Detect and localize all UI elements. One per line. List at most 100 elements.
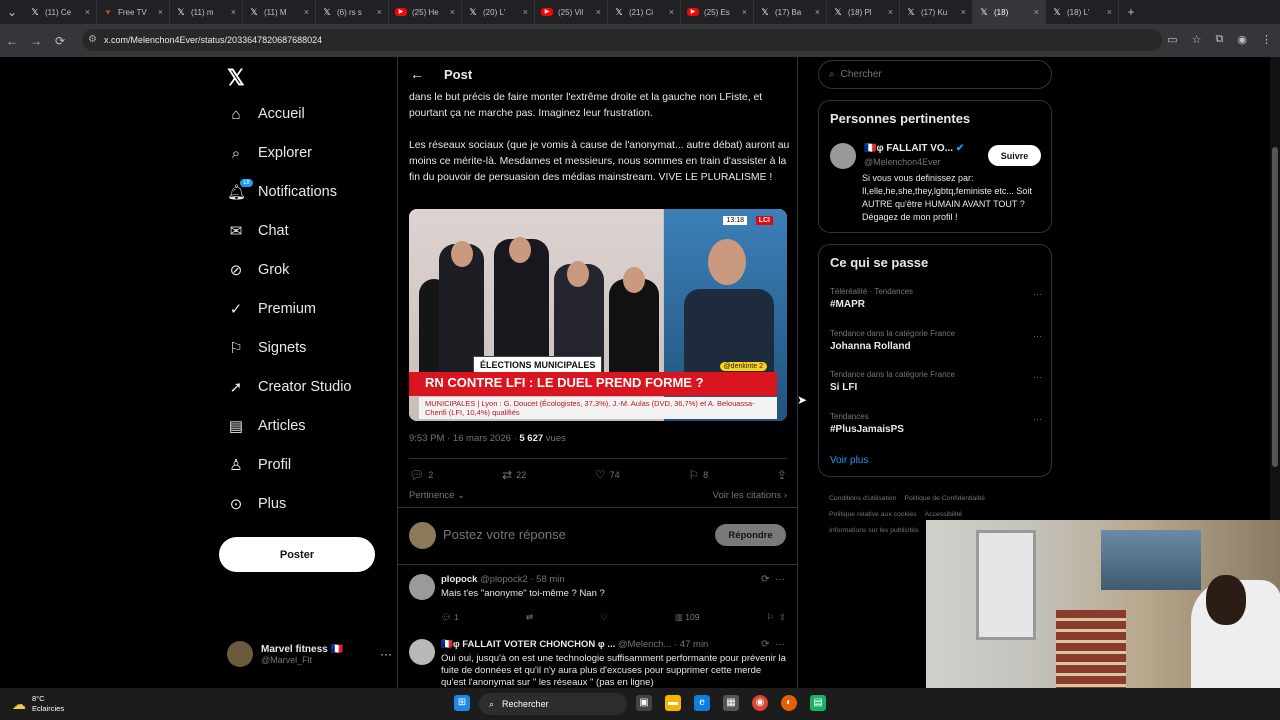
footer-link[interactable]: Politique relative aux cookies xyxy=(829,511,917,518)
edge-icon[interactable]: e xyxy=(694,695,710,711)
tab-close-icon[interactable]: × xyxy=(888,7,893,17)
nav-item-chat[interactable]: ✉ Chat xyxy=(227,216,289,246)
trend-item[interactable]: Tendance dans la catégorie France Si LFI ·… xyxy=(830,370,1042,393)
browser-tab[interactable]: 𝕏 (17) Ba × xyxy=(754,0,827,24)
site-info-icon[interactable]: ⚙ xyxy=(88,34,97,45)
tab-close-icon[interactable]: × xyxy=(961,7,966,17)
browser-tab[interactable]: 𝕏 (18) L' × xyxy=(1046,0,1119,24)
nav-item-accueil[interactable]: ⌂ Accueil xyxy=(227,99,304,129)
browser-tab[interactable]: 𝕏 (18) × xyxy=(973,0,1046,24)
tab-close-icon[interactable]: × xyxy=(304,7,309,17)
tab-close-icon[interactable]: × xyxy=(231,7,236,17)
more-dots-icon[interactable]: ··· xyxy=(380,647,392,661)
tab-close-icon[interactable]: × xyxy=(596,7,601,17)
tab-close-icon[interactable]: × xyxy=(377,7,382,17)
bookmark-action[interactable]: ⚐ 8 xyxy=(688,467,708,483)
scrollbar-thumb[interactable] xyxy=(1272,147,1278,467)
chrome-icon[interactable]: ◉ xyxy=(752,695,768,711)
post-button[interactable]: Poster xyxy=(219,537,375,572)
trend-item[interactable]: Tendance dans la catégorie France Johanna… xyxy=(830,329,1042,352)
tab-close-icon[interactable]: × xyxy=(669,7,674,17)
reply-action[interactable]: 💬︎ 2 xyxy=(409,467,433,483)
x-logo-icon[interactable]: 𝕏 xyxy=(227,65,245,91)
follow-button[interactable]: Suivre xyxy=(988,145,1041,166)
footer-link[interactable]: Politique de Confidentialité xyxy=(904,495,984,502)
footer-link[interactable]: Conditions d'utilisation xyxy=(829,495,896,502)
nav-item-notifications[interactable]: 🔔︎ 18 Notifications xyxy=(227,177,337,207)
browser-tab[interactable]: 𝕏 (11) m × xyxy=(170,0,243,24)
nav-item-articles[interactable]: ▤ Articles xyxy=(227,411,306,441)
post-video[interactable]: 13:18 LCI ÉLECTIONS MUNICIPALES @denkint… xyxy=(409,209,787,421)
back-arrow-icon[interactable]: ← xyxy=(410,66,424,82)
browser-tab[interactable]: ▾ Free TV × xyxy=(97,0,170,24)
new-tab-plus-icon[interactable]: + xyxy=(1119,5,1143,19)
nav-item-grok[interactable]: ⊘ Grok xyxy=(227,255,290,285)
browser-tab[interactable]: 𝕏 (17) Ku × xyxy=(900,0,973,24)
heart-icon[interactable]: ♡ xyxy=(600,612,608,623)
address-bar[interactable]: ⚙ x.com/Melenchon4Ever/status/2033647820… xyxy=(82,29,1162,51)
account-switcher[interactable]: Marvel fitness 🇫🇷 @Marvel_Flt ··· xyxy=(227,641,392,667)
tab-close-icon[interactable]: × xyxy=(815,7,820,17)
tab-close-icon[interactable]: × xyxy=(1107,7,1112,17)
browser-tab[interactable]: 𝕏 (20) L' × xyxy=(462,0,535,24)
nav-item-plus[interactable]: ⊙ Plus xyxy=(227,489,287,519)
post-time[interactable]: 9:53 PM · 16 mars 2026 · xyxy=(409,433,517,444)
browser-tab[interactable]: 𝕏 (11) M × xyxy=(243,0,316,24)
tab-close-icon[interactable]: × xyxy=(523,7,528,17)
reload-icon[interactable]: ⟳ xyxy=(48,34,72,48)
trend-item[interactable]: Téléréalité · Tendances #MAPR ··· xyxy=(830,287,1042,310)
avatar[interactable] xyxy=(830,143,856,169)
back-arrow-icon[interactable]: ← xyxy=(0,34,24,48)
task-view-icon[interactable]: ▣ xyxy=(636,695,652,711)
tab-close-icon[interactable]: × xyxy=(742,7,747,17)
more-dots-icon[interactable]: ··· xyxy=(1033,372,1042,382)
file-explorer-icon[interactable]: ▬ xyxy=(665,695,681,711)
taskbar-search[interactable]: ⌕ Rechercher xyxy=(479,693,627,715)
browser-tab[interactable]: 𝕏 (6) rs s × xyxy=(316,0,389,24)
profile-icon[interactable]: ◉ xyxy=(1237,33,1247,46)
nav-item-premium[interactable]: ✓ Premium xyxy=(227,294,316,324)
weather-widget[interactable]: ☁ 8°C Eclaircies xyxy=(12,694,64,714)
bookmark-star-icon[interactable]: ☆ xyxy=(1192,33,1202,46)
cast-icon[interactable]: ▭ xyxy=(1167,33,1177,46)
reply-action[interactable]: 💬︎ 1 xyxy=(441,612,459,623)
tab-close-icon[interactable]: × xyxy=(85,7,90,17)
views-action[interactable]: ▥ 109 xyxy=(675,612,700,623)
browser-tab[interactable]: ▶ (25) Es × xyxy=(681,0,754,24)
extensions-icon[interactable]: ⧉ xyxy=(1216,33,1224,46)
more-dots-icon[interactable]: ··· xyxy=(1033,289,1042,299)
person-name[interactable]: 🇫🇷φ FALLAIT VO... ✔ xyxy=(864,143,964,154)
browser-tab[interactable]: 𝕏 (18) Pl × xyxy=(827,0,900,24)
tab-list-chevron-icon[interactable]: ⌄ xyxy=(0,5,24,19)
comment-author[interactable]: plopock xyxy=(441,574,477,585)
comment-author[interactable]: 🇫🇷φ FALLAIT VOTER CHONCHON φ ... xyxy=(441,639,615,650)
forward-arrow-icon[interactable]: → xyxy=(24,34,48,48)
reply-input[interactable]: Postez votre réponse xyxy=(443,527,566,542)
firefox-icon[interactable]: ◐ xyxy=(781,695,797,711)
trend-item[interactable]: Tendances #PlusJamaisPS ··· xyxy=(830,412,1042,435)
reply-button[interactable]: Répondre xyxy=(715,524,786,546)
more-dots-icon[interactable]: ··· xyxy=(1033,331,1042,341)
sort-dropdown[interactable]: Pertinence ⌄ xyxy=(409,490,465,501)
more-dots-icon[interactable]: ··· xyxy=(1033,414,1042,424)
bookmark-share[interactable]: ⚐ ⇪ xyxy=(767,612,786,623)
nav-item-signets[interactable]: ⚐ Signets xyxy=(227,333,306,363)
browser-tab[interactable]: 𝕏 (21) Ci × xyxy=(608,0,681,24)
see-more-link[interactable]: Voir plus xyxy=(830,455,868,466)
nav-item-explorer[interactable]: ⌕ Explorer xyxy=(227,138,312,168)
avatar[interactable] xyxy=(409,639,435,665)
footer-link[interactable]: Informations sur les publicités xyxy=(829,527,919,534)
tab-close-icon[interactable]: × xyxy=(158,7,163,17)
store-icon[interactable]: ▦ xyxy=(723,695,739,711)
browser-tab[interactable]: ▶ (25) He × xyxy=(389,0,462,24)
share-action[interactable]: ⇪ xyxy=(777,467,787,483)
nav-item-profil[interactable]: ♙ Profil xyxy=(227,450,291,480)
app-icon[interactable]: ▤ xyxy=(810,695,826,711)
repost-action[interactable]: ⇄ 22 xyxy=(502,467,526,483)
repost-icon[interactable]: ⇄ xyxy=(526,612,533,623)
footer-link[interactable]: Accessibilité xyxy=(925,511,962,518)
avatar[interactable] xyxy=(409,574,435,600)
tab-close-icon[interactable]: × xyxy=(1034,7,1039,17)
nav-item-creator-studio[interactable]: ➚ Creator Studio xyxy=(227,372,352,402)
menu-dots-icon[interactable]: ⋮ xyxy=(1261,33,1272,46)
